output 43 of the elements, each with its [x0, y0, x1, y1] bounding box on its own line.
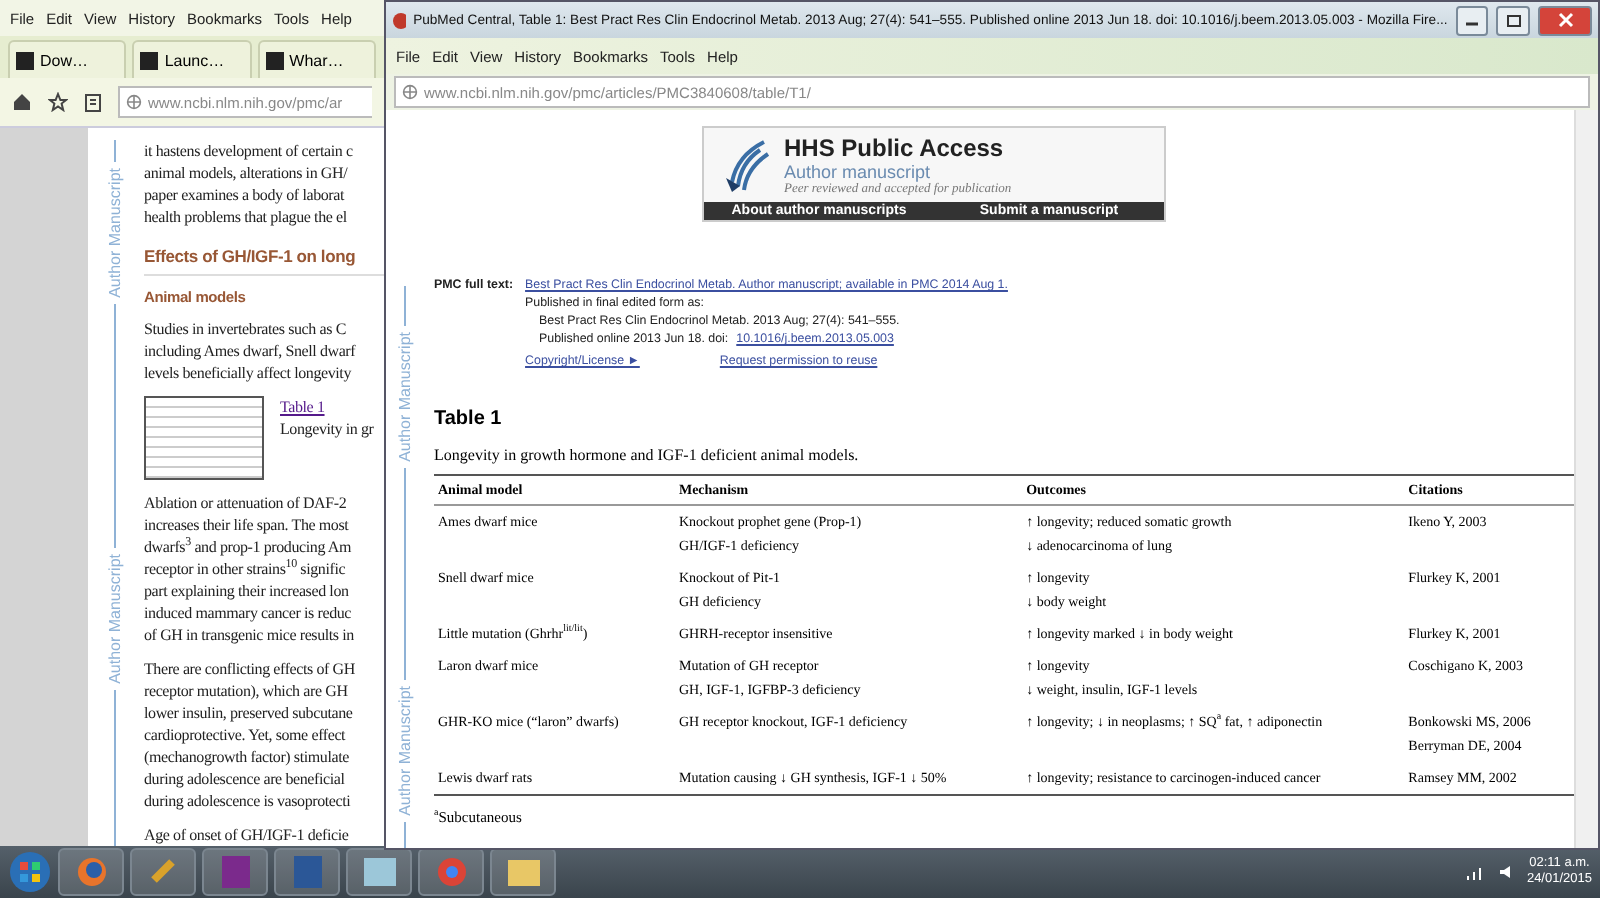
- close-button[interactable]: [1538, 5, 1593, 35]
- taskbar-button[interactable]: [202, 848, 268, 896]
- browser-tab[interactable]: Whar…: [257, 40, 376, 78]
- figure-caption: Longevity in gr: [280, 418, 374, 440]
- maximize-button[interactable]: [1496, 5, 1531, 35]
- clipboard-icon[interactable]: [84, 92, 102, 112]
- table-title: Table 1: [434, 408, 504, 430]
- favicon-icon: [140, 51, 159, 69]
- favicon-icon: [16, 51, 34, 69]
- paragraph: There are conflicting effects of GH receptor mutation), which are GH lower insulin, preserved subcutane cardioprotective. Yet, some effect (mechanogrowth factor) stimulate during adolescence are beneficial during adolescence is vasoprotecti: [144, 658, 357, 812]
- table-link[interactable]: Table 1: [280, 396, 374, 418]
- home-icon[interactable]: [12, 92, 32, 112]
- banner-title: HHS Public Access: [784, 134, 1006, 162]
- signal-icon: [1466, 864, 1487, 880]
- paragraph: Ablation or attenuation of DAF-2 increases their life span. The most dwarfs$^{3}$ and prop-1 producing Am receptor in other strains$^{10}$ signific part explaining their increased lon induced mammary cancer is reduc of GH in transgenic mice results in: [144, 492, 356, 646]
- taskbar-button[interactable]: [130, 848, 196, 896]
- taskbar-button[interactable]: [490, 848, 556, 896]
- table-caption: Longevity in growth hormone and IGF-1 deficient animal models.: [434, 446, 861, 464]
- table-thumbnail[interactable]: [144, 396, 264, 480]
- margin-label: Author Manuscript: [105, 552, 123, 689]
- maximize-icon: [1505, 13, 1522, 27]
- paragraph: Age of onset of GH/IGF-1 deficie: [144, 824, 351, 846]
- taskbar-button[interactable]: [346, 848, 412, 896]
- close-icon: [1557, 12, 1574, 28]
- margin-label: Author Manuscript: [395, 683, 413, 820]
- start-icon[interactable]: [8, 850, 52, 894]
- star-icon[interactable]: [48, 92, 68, 112]
- margin-label: Author Manuscript: [395, 329, 413, 466]
- document-icon: [293, 856, 321, 888]
- folder-icon: [507, 859, 539, 885]
- margin-label: Author Manuscript: [105, 166, 123, 303]
- paragraph: it hastens development of certain c animal models, alterations in GH/ paper examines a body of laborat health problems that plague the el: [144, 140, 355, 228]
- app-icon: [392, 11, 406, 29]
- paragraph: Studies in invertebrates such as C including Ames dwarf, Snell dwarf levels beneficially affect longevity: [144, 318, 358, 384]
- minimize-button[interactable]: [1455, 5, 1489, 35]
- banner-subtitle: Author manuscript: [784, 162, 933, 182]
- speaker-icon: [1498, 864, 1515, 880]
- favicon-icon: [265, 51, 284, 69]
- browser-tab[interactable]: Dow…: [8, 40, 127, 78]
- window-icon: [363, 858, 395, 886]
- browser-tab[interactable]: Launc…: [132, 40, 252, 78]
- document-icon: [221, 856, 249, 888]
- eagle-logo-icon: [720, 137, 772, 193]
